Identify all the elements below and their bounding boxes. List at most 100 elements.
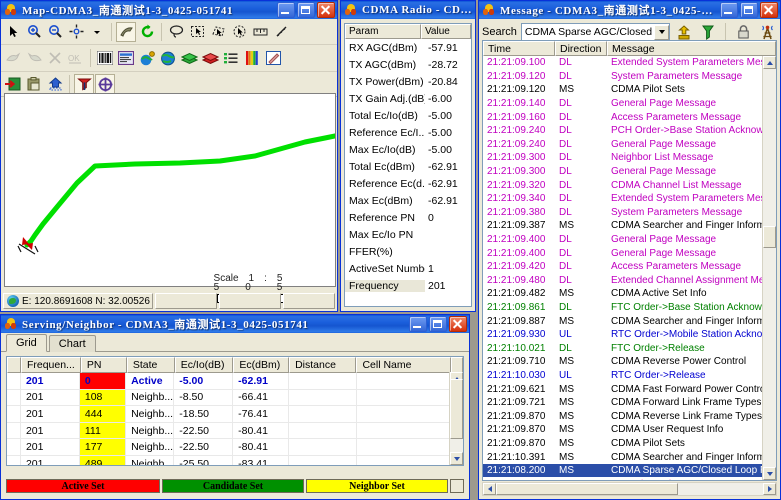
ruler-icon[interactable] — [271, 22, 291, 42]
radio-parameter-list[interactable]: Param Value RX AGC(dBm) -57.91 TX AGC(dBm)… — [344, 23, 472, 307]
message-row[interactable]: 21:21:10.021 DL FTC Order->Release — [483, 341, 776, 355]
export-yellow-icon[interactable] — [674, 22, 694, 42]
serving-col-cellname[interactable]: Cell Name — [356, 357, 451, 373]
radio-row[interactable]: Max Ec(dBm) -62.91 — [345, 192, 471, 209]
hscroll-thumb[interactable] — [496, 483, 678, 495]
lasso-select-icon[interactable] — [166, 22, 186, 42]
message-row[interactable]: 21:21:09.120 MS CDMA Pilot Sets — [483, 83, 776, 97]
message-grid[interactable]: Time Direction Message 21:21:09.100 DL Ext… — [482, 40, 777, 481]
layers-icon[interactable] — [179, 48, 199, 68]
message-row[interactable]: 21:21:09.320 DL CDMA Channel List Message — [483, 178, 776, 192]
pointer-icon[interactable] — [3, 22, 23, 42]
map-titlebar[interactable]: Map-CDMA3_南通测试1-3_0425-051741 — [1, 1, 337, 19]
bird-back-icon[interactable] — [24, 48, 44, 68]
message-row[interactable]: 21:21:09.300 DL Neighbor List Message — [483, 151, 776, 165]
message-row[interactable]: 21:21:09.160 DL Access Parameters Message — [483, 110, 776, 124]
message-row[interactable]: 21:21:09.930 UL RTC Order->Mobile Station … — [483, 328, 776, 342]
serving-col-handle[interactable] — [7, 357, 21, 373]
serving-row[interactable]: 201 444 Neighb... -18.50 -76.41 — [7, 406, 463, 423]
crosshair-icon[interactable] — [95, 74, 115, 94]
message-row[interactable]: 21:21:10.391 MS CDMA Searcher and Finger I… — [483, 450, 776, 464]
measure-icon[interactable] — [250, 22, 270, 42]
message-titlebar[interactable]: Message - CDMA3_南通测试1-3_0425-0... — [479, 1, 780, 19]
message-row[interactable]: 21:21:09.870 MS CDMA Pilot Sets — [483, 437, 776, 451]
message-row[interactable]: 21:21:09.721 MS CDMA Forward Link Frame Ty… — [483, 396, 776, 410]
serving-row[interactable]: 201 177 Neighb... -22.50 -80.41 — [7, 439, 463, 456]
message-row[interactable]: 21:21:09.120 DL System Parameters Message — [483, 70, 776, 84]
message-row[interactable]: 21:21:09.887 MS CDMA Searcher and Finger I… — [483, 314, 776, 328]
close-button[interactable] — [760, 2, 778, 18]
serving-row[interactable]: 201 108 Neighb... -8.50 -66.41 — [7, 389, 463, 407]
minimize-button[interactable] — [720, 2, 738, 18]
radio-row[interactable]: Reference PN 0 — [345, 209, 471, 226]
lock-icon[interactable] — [733, 22, 753, 42]
message-row[interactable]: 21:21:09.240 DL PCH Order->Base Station Ac… — [483, 124, 776, 138]
layer-red-icon[interactable] — [200, 48, 220, 68]
radio-row[interactable]: Frequency 201 — [345, 277, 471, 294]
message-row[interactable]: 21:21:09.420 DL Access Parameters Message — [483, 260, 776, 274]
message-row[interactable]: 21:21:09.400 DL General Page Message — [483, 233, 776, 247]
minimize-button[interactable] — [409, 316, 427, 332]
radio-row[interactable]: TX Power(dBm) -20.84 — [345, 73, 471, 90]
message-row[interactable]: 21:21:09.100 DL Extended System Parameters… — [483, 56, 776, 70]
radio-row[interactable]: RX AGC(dBm) -57.91 — [345, 39, 471, 56]
message-row[interactable]: 21:21:09.387 MS CDMA Searcher and Finger I… — [483, 219, 776, 233]
rect-select-icon[interactable] — [187, 22, 207, 42]
message-row[interactable]: 21:21:09.300 DL General Page Message — [483, 165, 776, 179]
message-row[interactable]: 21:21:09.380 DL System Parameters Message — [483, 206, 776, 220]
minimize-button[interactable] — [277, 2, 295, 18]
scroll-thumb[interactable] — [763, 225, 776, 248]
serving-grid[interactable]: Frequen... PN State Ec/Io(dB) Ec(dBm) Di… — [6, 356, 464, 466]
maximize-button[interactable] — [429, 316, 447, 332]
edit-note-icon[interactable] — [263, 48, 283, 68]
scroll-down-icon[interactable] — [450, 452, 463, 465]
pan-icon[interactable] — [66, 22, 86, 42]
radio-row[interactable]: FFER(%) — [345, 243, 471, 260]
serving-col-distance[interactable]: Distance — [289, 357, 357, 373]
paste-icon[interactable] — [24, 74, 44, 94]
colorbar-icon[interactable] — [242, 48, 262, 68]
marker-icon[interactable] — [74, 74, 94, 94]
polygon-select-icon[interactable] — [208, 22, 228, 42]
message-row[interactable]: 21:21:09.240 DL General Page Message — [483, 138, 776, 152]
radio-row[interactable]: Total Ec/Io(dB) -5.00 — [345, 107, 471, 124]
radio-row[interactable]: Max Ec/Io(dB) -5.00 — [345, 141, 471, 158]
serving-col-pn[interactable]: PN — [80, 357, 127, 373]
tower-icon[interactable] — [757, 22, 777, 42]
scroll-up-icon[interactable] — [763, 56, 776, 69]
message-row[interactable]: 21:21:09.621 MS CDMA Fast Forward Power Co… — [483, 382, 776, 396]
scroll-left-icon[interactable] — [483, 483, 496, 495]
zoom-out-icon[interactable] — [45, 22, 65, 42]
maximize-button[interactable] — [297, 2, 315, 18]
message-row[interactable]: 21:21:10.030 UL RTC Order->Release — [483, 369, 776, 383]
serving-row[interactable]: 201 111 Neighb... -22.50 -80.41 — [7, 422, 463, 440]
serving-col-extra[interactable] — [451, 357, 463, 373]
message-row[interactable]: 21:21:09.400 DL General Page Message — [483, 246, 776, 260]
message-row[interactable]: 21:21:09.870 MS CDMA User Request Info — [483, 423, 776, 437]
radio-row[interactable]: TX Gain Adj.(dB) -6.00 — [345, 90, 471, 107]
circle-select-icon[interactable] — [229, 22, 249, 42]
radio-row[interactable]: Reference Ec/I... -5.00 — [345, 124, 471, 141]
radio-row[interactable]: ActiveSet Number1 — [345, 260, 471, 277]
message-row[interactable]: 21:21:09.480 DL Extended Channel Assignmen… — [483, 274, 776, 288]
maximize-button[interactable] — [740, 2, 758, 18]
message-col-time[interactable]: Time — [483, 41, 555, 56]
message-row[interactable]: 21:21:09.482 MS CDMA Active Set Info — [483, 287, 776, 301]
bird-icon[interactable] — [3, 48, 23, 68]
scroll-right-icon[interactable] — [763, 483, 776, 495]
serving-col-ec[interactable]: Ec(dBm) — [233, 357, 290, 373]
import-image-icon[interactable] — [3, 74, 23, 94]
message-row[interactable]: 21:21:09.140 DL General Page Message — [483, 97, 776, 111]
zoom-in-icon[interactable] — [24, 22, 44, 42]
message-col-message[interactable]: Message — [607, 41, 776, 56]
serving-col-frequency[interactable]: Frequen... — [20, 357, 81, 373]
message-row[interactable]: 21:21:09.340 DL Extended System Parameters… — [483, 192, 776, 206]
dropdown-arrow-icon[interactable] — [87, 22, 107, 42]
serving-row[interactable]: 201 0 Active -5.00 -62.91 — [7, 373, 463, 390]
serving-titlebar[interactable]: Serving/Neighbor - CDMA3_南通测试1-3_0425-05… — [1, 315, 469, 333]
serving-vertical-scrollbar[interactable] — [449, 372, 463, 465]
radio-row[interactable]: Total Ec(dBm) -62.91 — [345, 158, 471, 175]
search-input[interactable]: CDMA Sparse AGC/Closed Loop Power C — [520, 22, 670, 42]
hand-drag-icon[interactable] — [116, 21, 136, 42]
legend-icon[interactable] — [221, 48, 241, 68]
